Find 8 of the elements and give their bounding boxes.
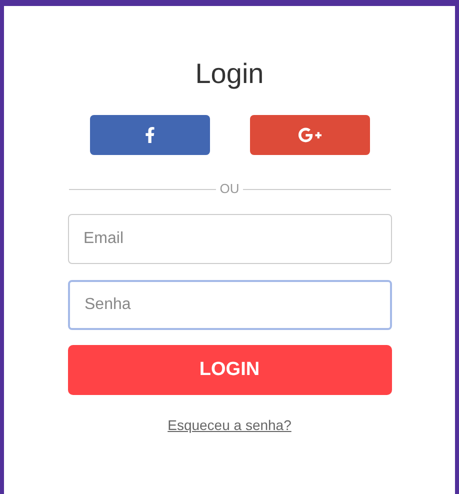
google-plus-button[interactable] [250, 115, 370, 155]
input-field[interactable]: Email [68, 214, 392, 264]
login-button[interactable]: LOGIN [68, 345, 392, 395]
facebook-button[interactable] [90, 115, 210, 155]
login-title: Login [195, 57, 264, 91]
divider-label: OU [220, 181, 240, 197]
forgot-password-link[interactable]: Esqueceu a senha? [168, 415, 292, 436]
input-field[interactable]: Senha [68, 280, 392, 330]
